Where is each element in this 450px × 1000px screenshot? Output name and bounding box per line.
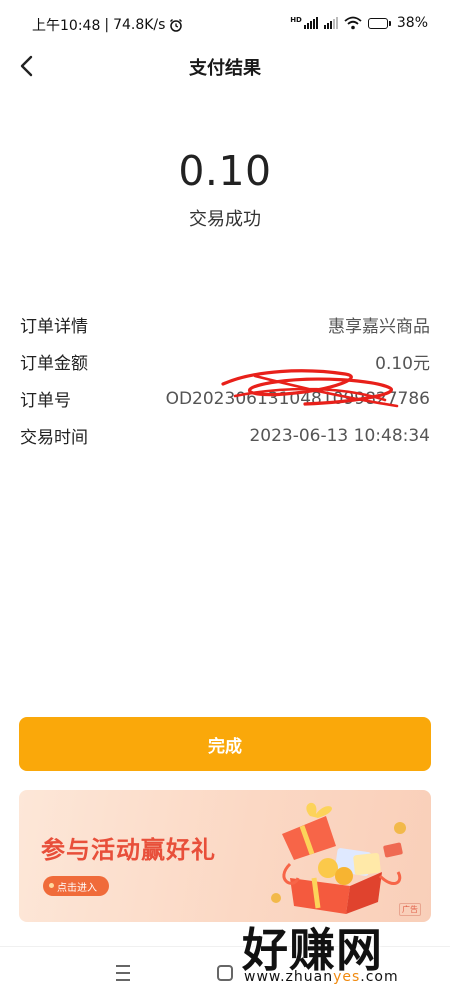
watermark-url-highlight: yes <box>333 969 361 985</box>
page-title: 支付结果 <box>189 58 261 79</box>
watermark-url-suffix: .com <box>360 969 399 985</box>
status-left: 上午10:48 | 74.8K/s <box>32 15 183 35</box>
detail-value: 惠享嘉兴商品 <box>328 317 430 337</box>
detail-label: 订单详情 <box>20 317 88 337</box>
banner-enter-button[interactable]: 点击进入 <box>43 876 109 896</box>
gift-box-icon <box>271 802 406 914</box>
watermark-url-prefix: www.zhuan <box>244 969 334 985</box>
detail-label: 交易时间 <box>20 428 88 448</box>
promo-banner[interactable]: 参与活动赢好礼 点击进入 广告 <box>19 790 431 922</box>
detail-value: OD2023061310481099827786 <box>165 388 430 409</box>
payment-amount: 0.10 <box>178 147 272 195</box>
detail-row-order-number: 订单号 OD2023061310481099827786 <box>20 380 430 417</box>
status-bar: 上午10:48 | 74.8K/s HD 38% <box>0 0 450 48</box>
home-icon[interactable] <box>217 965 233 981</box>
detail-value: 0.10元 <box>375 354 430 374</box>
done-button[interactable]: 完成 <box>19 717 431 771</box>
nav-bar: 支付结果 <box>0 44 450 88</box>
detail-row-time: 交易时间 2023-06-13 10:48:34 <box>20 417 430 454</box>
ad-tag: 广告 <box>399 903 421 916</box>
wifi-icon <box>344 16 362 30</box>
detail-label: 订单号 <box>20 391 71 411</box>
banner-title: 参与活动赢好礼 <box>41 836 216 864</box>
status-right: HD 38% <box>290 15 428 31</box>
detail-value: 2023-06-13 10:48:34 <box>249 425 430 446</box>
order-details: 订单详情 惠享嘉兴商品 订单金额 0.10元 订单号 OD20230613104… <box>20 306 430 454</box>
detail-row-order-info: 订单详情 惠享嘉兴商品 <box>20 306 430 343</box>
battery-icon <box>367 17 391 29</box>
alarm-icon <box>170 19 183 32</box>
status-time: 上午10:48 <box>32 18 101 34</box>
detail-label: 订单金额 <box>20 354 88 374</box>
menu-icon[interactable] <box>116 965 136 981</box>
payment-status: 交易成功 <box>189 209 261 230</box>
status-net-speed: 74.8K/s <box>113 17 166 33</box>
hd-icon: HD <box>290 16 302 24</box>
watermark-url: www.zhuanyes.com <box>244 969 399 985</box>
status-separator: | <box>104 17 110 33</box>
cell-signal-icon-2 <box>323 17 338 29</box>
cell-signal-icon: HD <box>290 17 318 29</box>
battery-percent: 38% <box>396 15 428 31</box>
detail-row-amount: 订单金额 0.10元 <box>20 343 430 380</box>
